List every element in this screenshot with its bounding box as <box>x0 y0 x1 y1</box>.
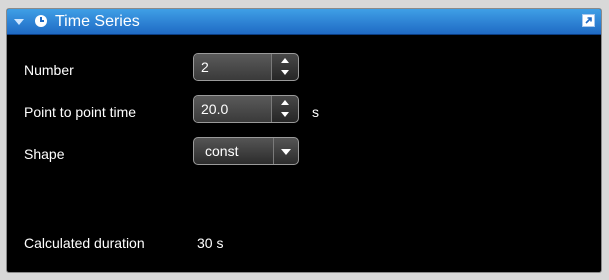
point-to-point-time-spinner[interactable] <box>272 96 298 122</box>
external-window-icon[interactable] <box>582 14 595 27</box>
point-to-point-time-unit: s <box>312 104 319 120</box>
calculated-duration-label: Calculated duration <box>24 235 145 251</box>
collapse-triangle-icon[interactable] <box>14 19 24 25</box>
panel-title: Time Series <box>55 13 140 30</box>
number-stepper[interactable]: 2 <box>193 53 299 81</box>
point-to-point-time-input[interactable]: 20.0 <box>194 96 272 122</box>
point-to-point-time-stepper[interactable]: 20.0 <box>193 95 299 123</box>
panel-header[interactable]: Time Series <box>7 9 601 35</box>
chevron-down-icon[interactable] <box>274 138 298 164</box>
calculated-duration-value: 30 s <box>197 235 224 251</box>
point-to-point-time-increment-icon[interactable] <box>272 96 298 109</box>
time-series-panel: Time Series Number 2 Point to point time… <box>6 8 602 273</box>
number-increment-icon[interactable] <box>272 54 298 67</box>
point-to-point-time-label: Point to point time <box>24 104 137 120</box>
number-input[interactable]: 2 <box>194 54 272 80</box>
number-label: Number <box>24 62 74 78</box>
number-decrement-icon[interactable] <box>272 67 298 80</box>
number-spinner[interactable] <box>272 54 298 80</box>
shape-dropdown[interactable]: const <box>193 137 299 165</box>
clock-icon <box>35 15 47 27</box>
shape-selected-value: const <box>194 138 274 164</box>
shape-label: Shape <box>24 146 65 162</box>
point-to-point-time-decrement-icon[interactable] <box>272 109 298 122</box>
